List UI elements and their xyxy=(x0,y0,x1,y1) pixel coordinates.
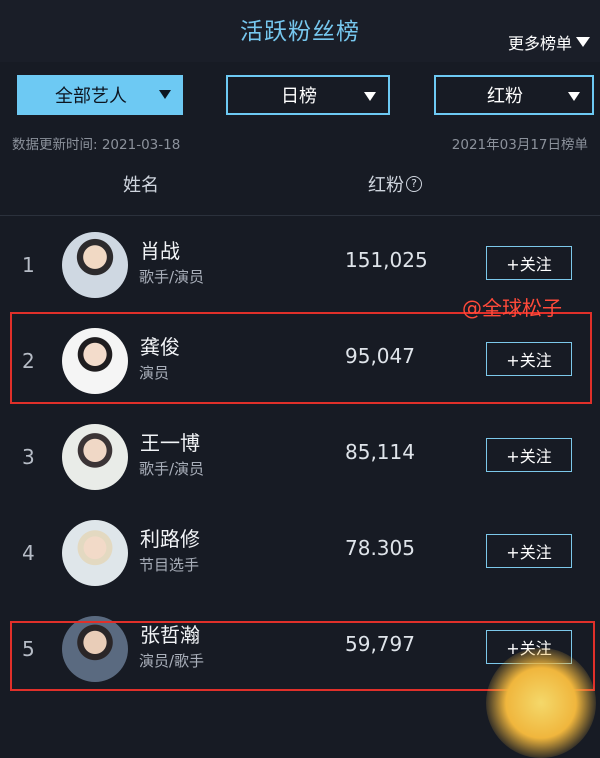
artist-name[interactable]: 肖战 xyxy=(140,235,180,264)
watermark-text: @全球松子 xyxy=(462,296,562,320)
period-filter-dropdown[interactable]: 日榜 xyxy=(226,75,390,115)
help-icon[interactable]: ? xyxy=(406,176,422,192)
artist-filter-dropdown[interactable]: 全部艺人 xyxy=(17,75,183,115)
dropdown-triangle-icon xyxy=(364,92,376,101)
fan-count: 78.305 xyxy=(345,536,415,560)
dropdown-triangle-icon xyxy=(576,37,590,47)
fan-count: 151,025 xyxy=(345,248,428,272)
avatar[interactable] xyxy=(62,424,128,490)
column-header-name: 姓名 xyxy=(123,175,159,196)
avatar[interactable] xyxy=(62,520,128,586)
dropdown-triangle-icon xyxy=(568,92,580,101)
artist-name[interactable]: 王一博 xyxy=(140,427,200,456)
avatar[interactable] xyxy=(62,232,128,298)
fan-count: 85,114 xyxy=(345,440,415,464)
list-item[interactable]: 4 利路修 节目选手 78.305 +关注 xyxy=(0,506,600,602)
dropdown-triangle-icon xyxy=(159,90,171,99)
artist-filter-label: 全部艺人 xyxy=(55,86,127,107)
artist-role: 节目选手 xyxy=(139,556,200,574)
highlight-box xyxy=(10,312,592,404)
column-header-fans-label: 红粉 xyxy=(368,175,404,196)
sun-sticker-icon xyxy=(486,648,596,758)
rank-number: 3 xyxy=(22,445,35,469)
column-header-fans: 红粉 ? xyxy=(368,171,422,197)
list-item[interactable]: 3 王一博 歌手/演员 85,114 +关注 xyxy=(0,410,600,506)
follow-button[interactable]: +关注 xyxy=(486,534,572,568)
artist-role: 歌手/演员 xyxy=(139,460,205,478)
more-lists-label: 更多榜单 xyxy=(507,34,572,53)
rank-number: 4 xyxy=(22,541,35,565)
follow-button[interactable]: +关注 xyxy=(486,246,572,280)
follow-button[interactable]: +关注 xyxy=(486,438,572,472)
artist-role: 歌手/演员 xyxy=(139,268,205,286)
header-bar: 活跃粉丝榜 更多榜单 xyxy=(0,0,600,62)
more-lists-button[interactable]: 更多榜单 xyxy=(508,30,590,54)
rank-number: 1 xyxy=(22,253,35,277)
list-date: 2021年03月17日榜单 xyxy=(451,137,588,153)
metric-filter-label: 红粉 xyxy=(487,86,523,107)
metric-filter-dropdown[interactable]: 红粉 xyxy=(434,75,594,115)
update-time: 数据更新时间: 2021-03-18 xyxy=(12,137,181,153)
artist-name[interactable]: 利路修 xyxy=(140,523,200,552)
divider xyxy=(0,215,600,216)
period-filter-label: 日榜 xyxy=(281,86,317,107)
